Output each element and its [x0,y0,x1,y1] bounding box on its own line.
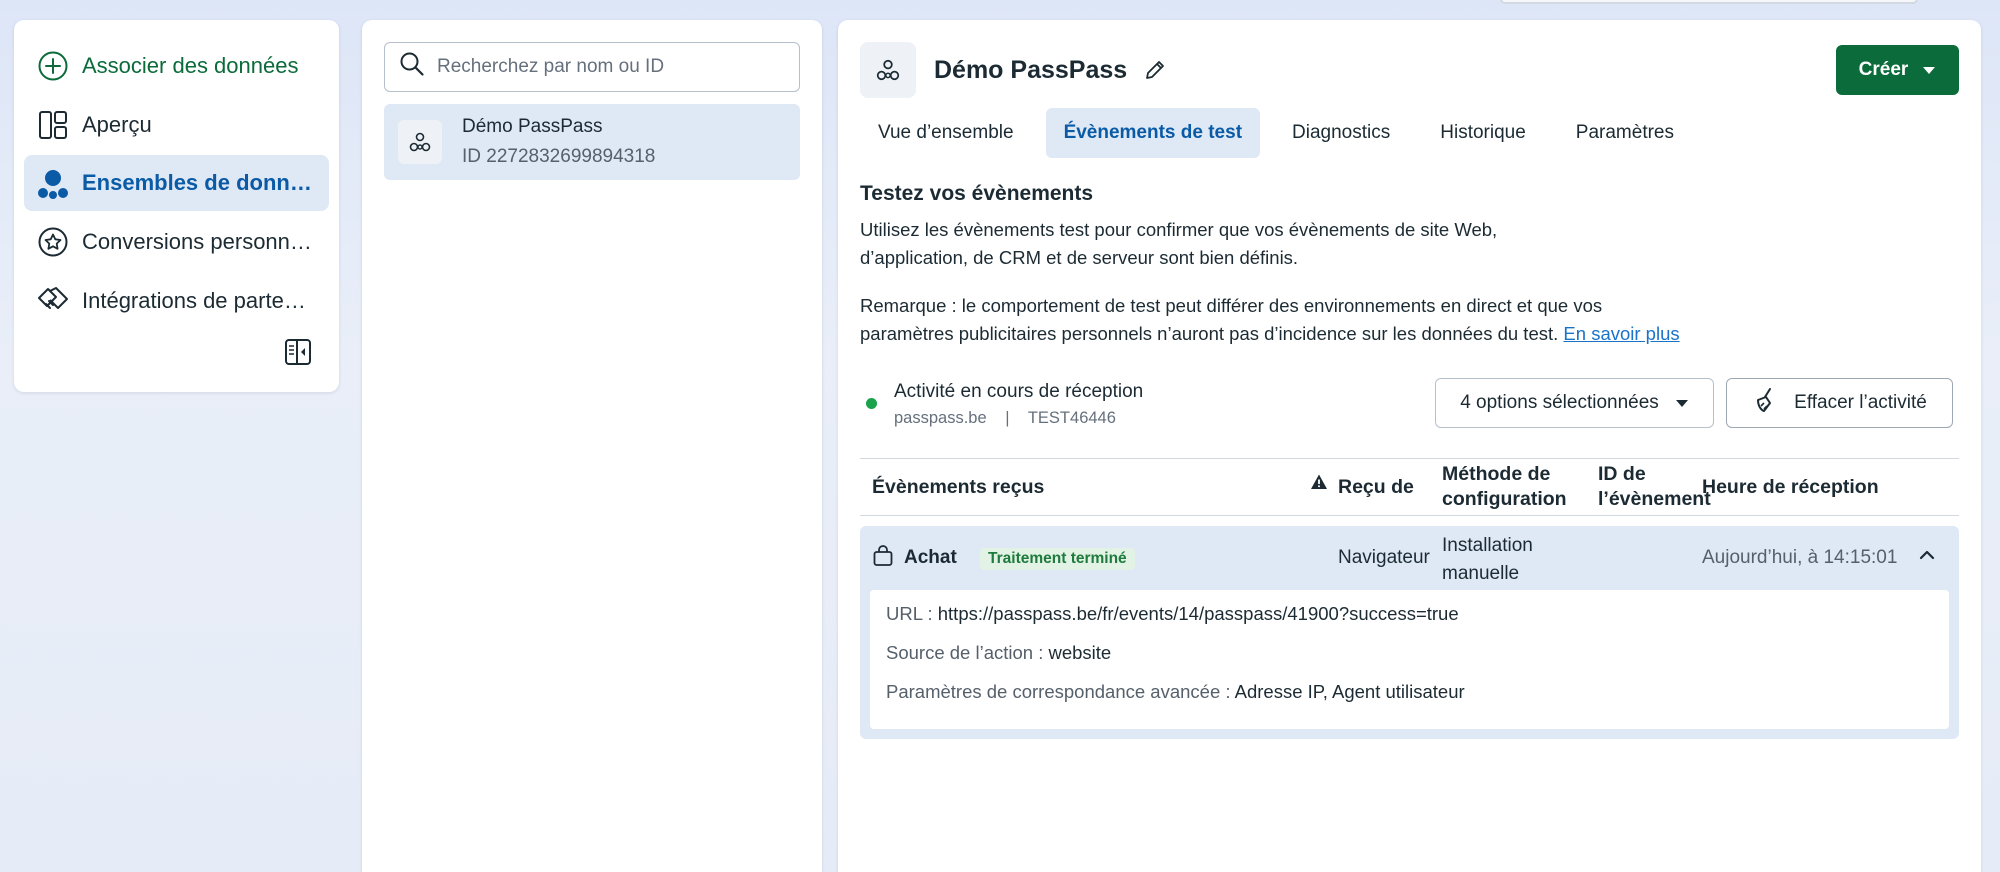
pencil-icon[interactable] [1143,58,1167,82]
search-box[interactable] [384,42,800,92]
received-time-value: Aujourd’hui, à 14:15:01 [1702,547,1898,568]
nav-item-label: Ensembles de données [82,170,317,196]
event-filter-dropdown[interactable]: 4 options sélectionnées [1435,378,1714,428]
dataset-icon [36,166,70,200]
pixel-icon [398,120,442,164]
top-search-edge [1500,0,1918,4]
col-events-received: Évènements reçus [872,476,1045,498]
chevron-up-icon[interactable] [1917,545,1937,571]
nav-item-partner-integrations[interactable]: Intégrations de partenaires [24,273,329,329]
caret-down-icon [1922,59,1936,81]
tab-settings[interactable]: Paramètres [1558,108,1692,158]
detail-value: Adresse IP, Agent utilisateur [1234,681,1465,702]
plus-circle-icon [36,49,70,83]
activity-test-code: TEST46446 [1027,409,1116,427]
dataset-id: ID 2272832699894318 [462,146,656,167]
collapse-sidebar-button[interactable] [283,338,313,372]
detail-key: Paramètres de correspondance avancée : [886,681,1235,702]
config-method-value: Installation manuelle [1442,535,1533,584]
dataset-name: Démo PassPass [462,116,603,137]
activity-title: Activité en cours de réception [894,381,1144,402]
col-config-method: Méthode de configuration [1442,463,1567,510]
activity-subtitle: passpass.be | TEST46446 [894,409,1116,428]
nav-item-custom-conversions[interactable]: Conversions personnalisées [24,214,329,270]
activity-status-row: Activité en cours de réception passpass.… [860,378,1959,448]
clear-activity-label: Effacer l’activité [1794,392,1927,413]
note-text: Remarque : le comportement de test peut … [860,292,1695,348]
section-title: Testez vos évènements [860,182,1094,205]
nav-item-overview[interactable]: Aperçu [24,97,329,153]
note-body: Remarque : le comportement de test peut … [860,295,1603,344]
nav-item-datasets[interactable]: Ensembles de données [24,155,329,212]
warning-icon [1310,473,1328,498]
layout-icon [36,108,70,142]
nav-item-label: Associer des données [82,53,299,78]
detail-action-source: Source de l’action : website [886,643,1933,682]
tab-diagnostics[interactable]: Diagnostics [1274,108,1408,158]
tab-bar: Vue d’ensemble Évènements de test Diagno… [860,108,1959,158]
broom-icon [1752,386,1780,420]
events-table: Évènements reçus Reçu de Méthode de conf… [860,458,1959,739]
sidebar-toggle-icon [284,338,312,372]
activity-domain: passpass.be [894,409,987,427]
status-badge: Traitement terminé [980,548,1135,570]
status-dot [866,398,877,409]
intro-line-1: Utilisez les évènements test pour confir… [860,219,1498,240]
caret-down-icon [1675,392,1689,414]
dataset-list-item[interactable]: Démo PassPass ID 2272832699894318 [384,104,800,180]
col-received-time: Heure de réception [1702,476,1879,498]
tab-test-events[interactable]: Évènements de test [1045,108,1261,158]
event-details: URL : https://passpass.be/fr/events/14/p… [860,590,1959,739]
nav-item-label: Conversions personnalisées [82,229,317,255]
page-title: Démo PassPass [934,55,1128,84]
col-event-id: ID de l’évènement [1598,463,1711,510]
create-button-label: Créer [1858,59,1909,80]
event-name: Achat [904,547,957,568]
star-badge-icon [36,225,70,259]
col-received-from: Reçu de [1338,476,1414,498]
nav-item-label: Intégrations de partenaires [82,287,317,313]
pixel-icon [860,42,916,98]
detail-url: URL : https://passpass.be/fr/events/14/p… [886,604,1933,643]
tab-history[interactable]: Historique [1422,108,1544,158]
activity-separator: | [1005,409,1010,427]
detail-value: https://passpass.be/fr/events/14/passpas… [937,603,1459,624]
detail-key: Source de l’action : [886,642,1049,663]
learn-more-link[interactable]: En savoir plus [1563,323,1679,344]
table-header: Évènements reçus Reçu de Méthode de conf… [860,458,1959,516]
detail-value: website [1048,642,1112,663]
nav-item-associate-data[interactable]: Associer des données [24,38,329,94]
nav-item-label: Aperçu [82,111,152,137]
intro-line-2: d’application, de CRM et de serveur sont… [860,247,1299,268]
clear-activity-button[interactable]: Effacer l’activité [1726,378,1953,428]
search-icon [399,51,425,83]
handshake-icon [36,284,70,318]
dropdown-label: 4 options sélectionnées [1460,392,1659,413]
detail-advanced-matching: Paramètres de correspondance avancée : A… [886,682,1933,721]
intro-text: Utilisez les évènements test pour confir… [860,216,1959,272]
create-button[interactable]: Créer [1836,45,1959,95]
detail-key: URL : [886,603,938,624]
search-input[interactable] [437,56,785,78]
dataset-detail-panel: Démo PassPass Créer Vue d’ensemble Évène… [838,20,1981,872]
table-row[interactable]: Achat Traitement terminé Navigateur Inst… [860,526,1959,590]
tab-overview[interactable]: Vue d’ensemble [860,108,1032,158]
shopping-bag-icon [872,545,894,573]
left-navigation: Associer des données Aperçu Ensembles de… [14,20,339,392]
received-from-value: Navigateur [1338,547,1430,568]
dataset-list-panel: Démo PassPass ID 2272832699894318 [362,20,822,872]
